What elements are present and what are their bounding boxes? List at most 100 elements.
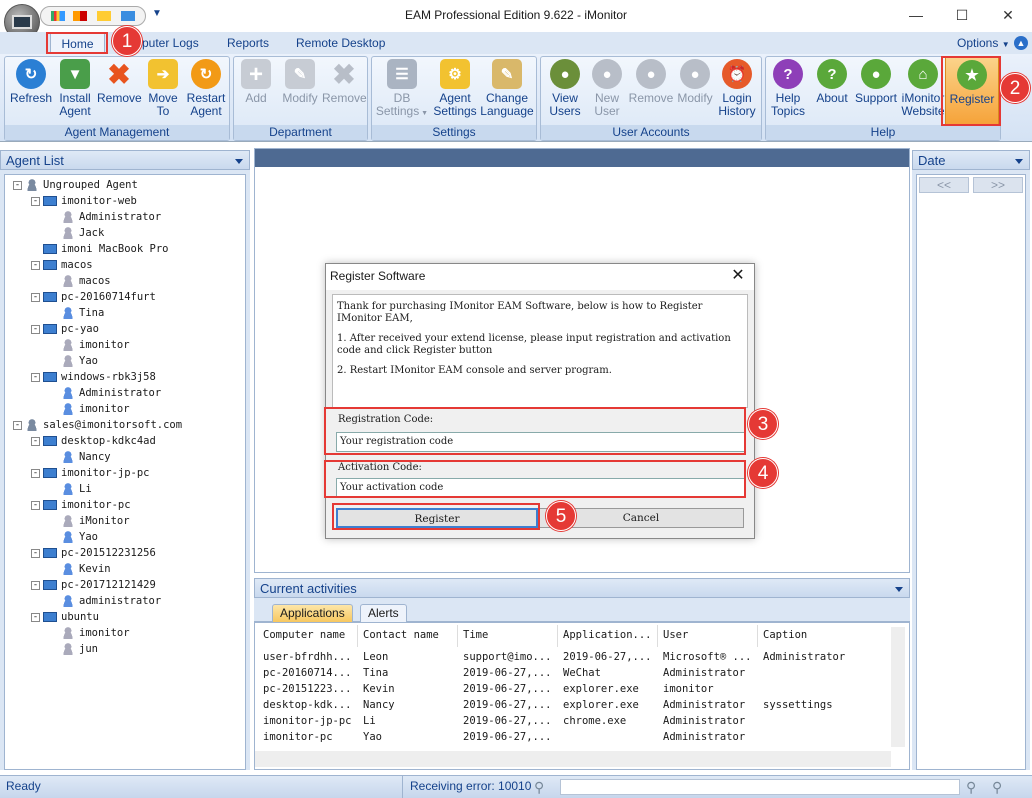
tree-user-node[interactable]: Kevin [49, 561, 111, 577]
column-header[interactable]: Caption [763, 629, 891, 641]
tree-user-node[interactable]: jun [49, 641, 98, 657]
close-icon[interactable]: ✕ [728, 267, 748, 287]
db-settings-button[interactable]: ☰ DB Settings ▼ [374, 59, 430, 120]
horizontal-scrollbar[interactable] [255, 751, 891, 767]
ribbon-collapse-icon[interactable]: ▲ [1014, 36, 1028, 50]
login-history-button[interactable]: ⏰ Login History [715, 59, 759, 118]
monitor-icon[interactable] [121, 11, 135, 21]
collapse-toggle-icon[interactable]: - [31, 468, 40, 478]
zoom-in-icon[interactable]: ⚲ [992, 779, 1002, 796]
register-submit-button[interactable]: Register [336, 508, 538, 528]
restart-agent-button[interactable]: ↻ Restart Agent [183, 59, 229, 118]
minimize-button[interactable]: — [893, 0, 939, 30]
tree-group-node[interactable]: - sales@imonitorsoft.com [13, 417, 182, 433]
date-prev-button[interactable]: << [919, 177, 969, 193]
modify-department-button[interactable]: ✎ Modify [278, 59, 322, 105]
tree-computer-node[interactable]: - imonitor-jp-pc [31, 465, 150, 481]
tab-alerts[interactable]: Alerts [360, 604, 407, 622]
collapse-toggle-icon[interactable]: - [31, 372, 40, 382]
column-header[interactable]: Application... [563, 629, 659, 641]
column-divider[interactable] [457, 625, 458, 647]
modify-user-button[interactable]: ● Modify [673, 59, 717, 105]
date-next-button[interactable]: >> [973, 177, 1023, 193]
collapse-toggle-icon[interactable]: - [13, 180, 22, 190]
tab-computer-logs[interactable]: puter Logs [142, 33, 199, 53]
view-users-button[interactable]: ● View Users [543, 59, 587, 118]
tree-user-node[interactable]: Yao [49, 529, 98, 545]
chart-icon[interactable] [51, 11, 65, 21]
agent-settings-button[interactable]: ⚙ Agent Settings [430, 59, 480, 118]
tree-user-node[interactable]: Li [49, 481, 92, 497]
tree-user-node[interactable]: Tina [49, 305, 104, 321]
agent-tree[interactable]: - Ungrouped Agent - imonitor-web Administrat… [4, 174, 246, 770]
tree-computer-node[interactable]: - pc-201512231256 [31, 545, 156, 561]
remove-department-button[interactable]: ✖ Remove [322, 59, 367, 105]
tree-user-node[interactable]: macos [49, 273, 111, 289]
tree-computer-node[interactable]: - ubuntu [31, 609, 99, 625]
collapse-toggle-icon[interactable]: - [31, 260, 40, 270]
tree-user-node[interactable]: imonitor [49, 625, 130, 641]
tree-group-node[interactable]: - Ungrouped Agent [13, 177, 138, 193]
tree-user-node[interactable]: Jack [49, 225, 104, 241]
search-icon[interactable]: ⚲ [966, 779, 976, 796]
vertical-scrollbar[interactable] [891, 627, 905, 747]
date-header[interactable]: Date [912, 150, 1030, 170]
activities-header[interactable]: Current activities [254, 578, 910, 598]
tree-user-node[interactable]: Yao [49, 353, 98, 369]
tree-computer-node[interactable]: - pc-20160714furt [31, 289, 156, 305]
remove-agent-button[interactable]: ✖ Remove [97, 59, 142, 105]
tree-user-node[interactable]: administrator [49, 593, 161, 609]
collapse-toggle-icon[interactable]: - [31, 580, 40, 590]
collapse-toggle-icon[interactable]: - [31, 500, 40, 510]
column-header[interactable]: User [663, 629, 759, 641]
activation-code-input[interactable]: Your activation code [336, 478, 746, 498]
agent-list-header[interactable]: Agent List [0, 150, 250, 170]
tab-reports[interactable]: Reports [227, 33, 269, 53]
refresh-button[interactable]: ↻ Refresh [9, 59, 53, 105]
column-header[interactable]: Computer name [263, 629, 359, 641]
collapse-toggle-icon[interactable]: - [13, 420, 22, 430]
collapse-toggle-icon[interactable]: - [31, 324, 40, 334]
column-divider[interactable] [657, 625, 658, 647]
tab-remote-desktop[interactable]: Remote Desktop [296, 33, 385, 53]
options-menu[interactable]: Options ▼ [957, 33, 1010, 53]
tree-user-node[interactable]: Nancy [49, 449, 111, 465]
collapse-toggle-icon[interactable]: - [31, 436, 40, 446]
tab-applications[interactable]: Applications [272, 604, 353, 622]
tree-user-node[interactable]: imonitor [49, 337, 130, 353]
tree-user-node[interactable]: Administrator [49, 385, 161, 401]
tree-user-node[interactable]: iMonitor [49, 513, 130, 529]
install-agent-button[interactable]: ▼ Install Agent [53, 59, 97, 118]
zoom-out-icon[interactable]: ⚲ [534, 779, 544, 796]
maximize-button[interactable]: ☐ [939, 0, 985, 30]
tree-computer-node[interactable]: - desktop-kdkc4ad [31, 433, 156, 449]
collapse-toggle-icon[interactable]: - [31, 292, 40, 302]
tree-computer-node[interactable]: - macos [31, 257, 93, 273]
tree-user-node[interactable]: imonitor [49, 401, 130, 417]
date-list[interactable]: << >> [916, 174, 1026, 770]
column-divider[interactable] [557, 625, 558, 647]
add-department-button[interactable]: + Add [236, 59, 276, 105]
column-divider[interactable] [357, 625, 358, 647]
tree-computer-node[interactable]: - imonitor-web [31, 193, 137, 209]
stats-icon[interactable] [97, 11, 111, 21]
tree-computer-node[interactable]: - windows-rbk3j58 [31, 369, 156, 385]
report-icon[interactable] [73, 11, 87, 21]
tree-computer-node[interactable]: - pc-201712121429 [31, 577, 156, 593]
remove-user-button[interactable]: ● Remove [627, 59, 675, 105]
register-button[interactable]: ★ Register [945, 57, 999, 125]
qat-dropdown-icon[interactable]: ▼ [152, 8, 162, 19]
activities-table[interactable]: Computer name Contact name Time Application… [254, 622, 910, 770]
column-header[interactable]: Contact name [363, 629, 459, 641]
column-header[interactable]: Time [463, 629, 559, 641]
registration-code-input[interactable]: Your registration code [336, 432, 746, 452]
about-button[interactable]: ? About [812, 59, 852, 105]
tree-computer-node[interactable]: - imonitor-pc [31, 497, 131, 513]
tree-user-node[interactable]: Administrator [49, 209, 161, 225]
collapse-toggle-icon[interactable]: - [31, 548, 40, 558]
column-divider[interactable] [757, 625, 758, 647]
support-button[interactable]: ● Support [854, 59, 898, 105]
help-topics-button[interactable]: ? Help Topics [768, 59, 808, 118]
move-to-button[interactable]: ➔ Move To [141, 59, 185, 118]
tab-home[interactable]: Home [50, 33, 105, 53]
